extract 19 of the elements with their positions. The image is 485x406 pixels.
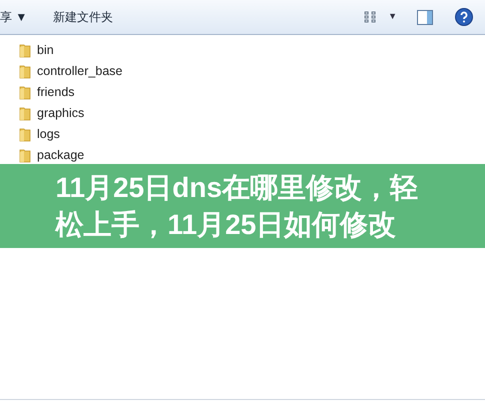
- view-options-icon[interactable]: [364, 11, 378, 23]
- banner-title: 11月25日dns在哪里修改，轻松上手，11月25日如何修改: [56, 171, 420, 242]
- file-name[interactable]: logs: [37, 125, 60, 144]
- folder-icon: [19, 148, 31, 163]
- help-icon[interactable]: [455, 8, 473, 26]
- file-name[interactable]: bin: [37, 41, 54, 60]
- file-name[interactable]: friends: [37, 83, 75, 102]
- preview-pane-icon[interactable]: [417, 10, 433, 24]
- folder-icon: [19, 43, 31, 58]
- file-name[interactable]: controller_base: [37, 62, 122, 81]
- new-folder-button[interactable]: 新建文件夹: [53, 8, 114, 26]
- folder-icon: [19, 64, 31, 79]
- share-menu[interactable]: 享 ▼: [0, 8, 28, 26]
- folder-icon: [19, 127, 31, 142]
- folder-icon: [19, 106, 31, 121]
- file-name[interactable]: package: [37, 146, 84, 165]
- folder-icon: [19, 85, 31, 100]
- view-dropdown-button[interactable]: ▼: [388, 10, 397, 24]
- file-name[interactable]: graphics: [37, 104, 84, 123]
